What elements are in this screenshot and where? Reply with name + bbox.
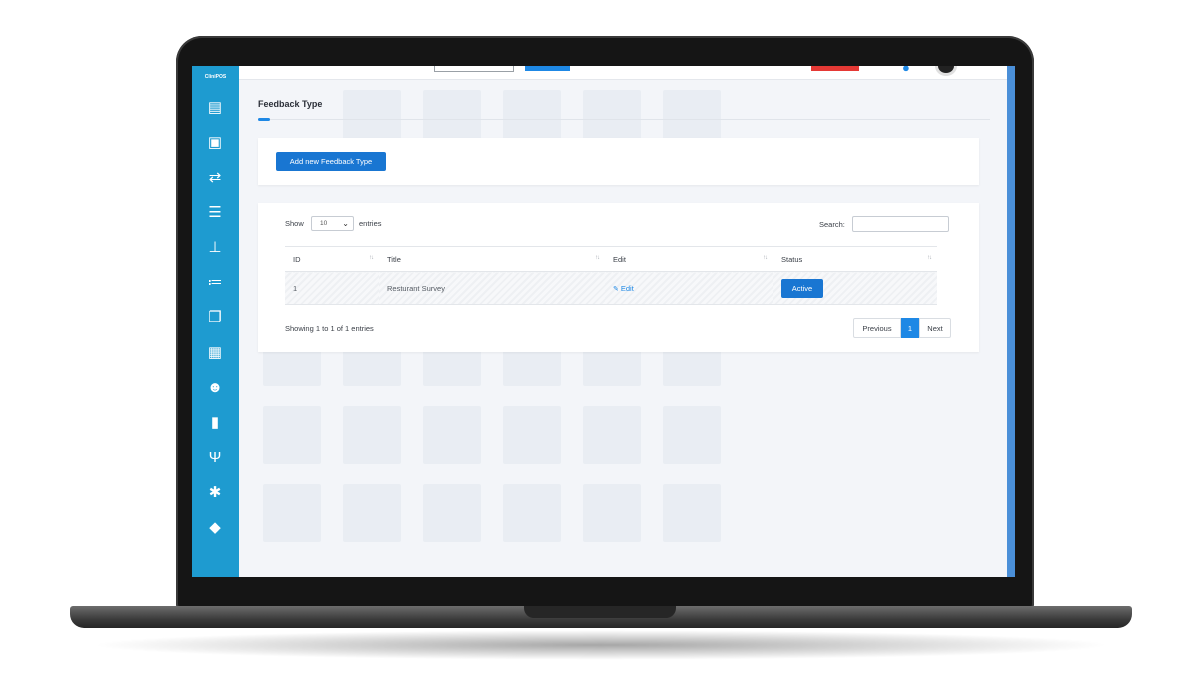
chevron-down-icon: ⌄	[342, 219, 349, 228]
cell-status: Active	[773, 271, 937, 305]
cash-icon[interactable]: ▣	[204, 131, 226, 153]
entries-length-value: 10	[320, 220, 328, 227]
gear-icon[interactable]: ✱	[204, 481, 226, 503]
table-row: 1 Resturant Survey ✎ Edit Active	[285, 271, 937, 305]
page-title: Feedback Type	[258, 99, 323, 109]
feedback-type-table: ID ↑↓ Title ↑↓ Edit ↑↓ Status ↑↓ 1 Restu…	[285, 246, 937, 305]
branch-select[interactable]	[434, 66, 514, 72]
transfer-icon[interactable]: ⇄	[204, 166, 226, 188]
server-icon[interactable]: ☰	[204, 201, 226, 223]
bell-icon[interactable]: ●	[902, 66, 910, 75]
comments-icon[interactable]: ◆	[204, 516, 226, 538]
column-header-status[interactable]: Status ↑↓	[773, 246, 937, 272]
copy-icon[interactable]: ❐	[204, 306, 226, 328]
sort-icon: ↑↓	[763, 255, 768, 261]
sidebar: CliniPOS ▤ ▣ ⇄ ☰ ⊥ ≔ ❐ ▦ ☻ ▮ Ψ ✱ ◆	[192, 66, 239, 577]
screen-edge	[1007, 66, 1015, 577]
table-info: Showing 1 to 1 of 1 entries	[285, 324, 374, 333]
cell-title: Resturant Survey	[379, 271, 605, 305]
show-label: Show	[285, 219, 304, 228]
column-header-title[interactable]: Title ↑↓	[379, 246, 605, 272]
sort-icon: ↑↓	[595, 255, 600, 261]
entries-length-select[interactable]: 10 ⌄	[311, 216, 354, 231]
sort-icon: ↑↓	[369, 255, 374, 261]
next-page-button[interactable]: Next	[919, 318, 951, 338]
table-header-row: ID ↑↓ Title ↑↓ Edit ↑↓ Status ↑↓	[285, 246, 937, 272]
edit-icon: ✎	[613, 285, 619, 293]
entries-label: entries	[359, 219, 382, 228]
previous-page-button[interactable]: Previous	[853, 318, 901, 338]
cell-id: 1	[285, 271, 379, 305]
pagination: Previous 1 Next	[853, 318, 951, 338]
laptop-notch	[524, 606, 676, 618]
sort-icon: ↑↓	[927, 255, 932, 261]
add-feedback-type-button[interactable]: Add new Feedback Type	[276, 152, 386, 171]
cell-edit: ✎ Edit	[605, 271, 773, 305]
add-card: Add new Feedback Type	[258, 138, 979, 185]
title-divider	[270, 119, 990, 120]
top-bar: ●	[239, 66, 1015, 80]
page-1-button[interactable]: 1	[901, 318, 919, 338]
sitemap-icon[interactable]: ⊥	[204, 236, 226, 258]
edit-link[interactable]: ✎ Edit	[613, 284, 634, 293]
file-icon[interactable]: ▮	[204, 411, 226, 433]
cutlery-icon[interactable]: Ψ	[204, 446, 226, 468]
status-badge[interactable]: Active	[781, 278, 823, 298]
alert-button[interactable]	[811, 66, 859, 71]
column-header-edit[interactable]: Edit ↑↓	[605, 246, 773, 272]
brand-logo[interactable]: CliniPOS	[192, 66, 239, 82]
users-icon[interactable]: ☻	[204, 376, 226, 398]
laptop-shadow	[90, 630, 1112, 660]
screen: CliniPOS ▤ ▣ ⇄ ☰ ⊥ ≔ ❐ ▦ ☻ ▮ Ψ ✱ ◆ ● Fee…	[192, 66, 1015, 577]
column-header-id[interactable]: ID ↑↓	[285, 246, 379, 272]
search-input[interactable]	[852, 216, 949, 232]
list-icon[interactable]: ≔	[204, 271, 226, 293]
dashboard-icon[interactable]: ▤	[204, 96, 226, 118]
title-underline	[258, 118, 270, 121]
avatar[interactable]	[935, 66, 957, 76]
apply-button[interactable]	[525, 66, 570, 71]
search-label: Search:	[819, 220, 845, 229]
table-card: Show 10 ⌄ entries Search: ID ↑↓ Title ↑↓ E…	[258, 203, 979, 352]
calculator-icon[interactable]: ▦	[204, 341, 226, 363]
